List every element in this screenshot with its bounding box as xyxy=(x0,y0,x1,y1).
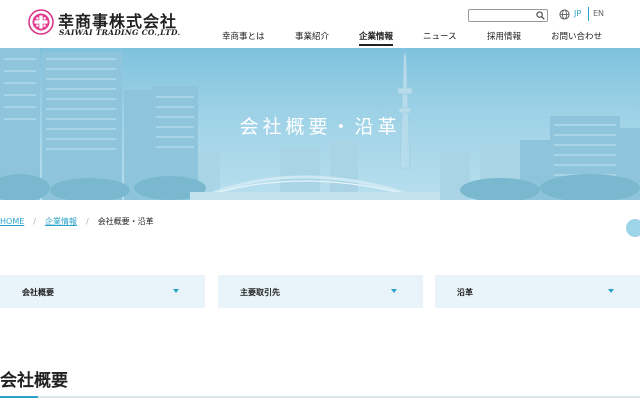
site-header: 幸商事株式会社 SAIWAI TRADING CO.,LTD. JP EN 幸商… xyxy=(0,0,640,48)
nav-item-company[interactable]: 企業情報 xyxy=(359,30,394,46)
tab-label: 沿革 xyxy=(457,288,473,297)
breadcrumb-home-link[interactable]: HOME xyxy=(0,217,24,226)
nav-item-recruit[interactable]: 採用情報 xyxy=(487,30,521,46)
logo-company-name-en[interactable]: SAIWAI TRADING CO.,LTD. xyxy=(59,28,180,37)
page-title: 会社概要・沿革 xyxy=(239,116,401,138)
nav-item-about[interactable]: 幸商事とは xyxy=(222,30,265,46)
breadcrumb-separator: / xyxy=(85,217,89,226)
nav-item-news[interactable]: ニュース xyxy=(423,30,457,46)
chevron-down-icon xyxy=(391,289,397,293)
search-field[interactable] xyxy=(468,9,548,22)
hero-banner: 会社概要・沿革 xyxy=(0,48,640,200)
search-input[interactable] xyxy=(471,10,531,21)
lang-divider xyxy=(588,7,589,21)
lang-jp-link[interactable]: JP xyxy=(574,9,581,18)
nav-item-contact[interactable]: お問い合わせ xyxy=(551,30,602,46)
nav-item-business[interactable]: 事業紹介 xyxy=(295,30,329,46)
lang-en-link[interactable]: EN xyxy=(593,9,604,18)
tab-history[interactable]: 沿革 xyxy=(435,275,640,308)
search-icon[interactable] xyxy=(536,11,545,20)
chevron-down-icon xyxy=(608,289,614,293)
section-divider xyxy=(0,396,640,398)
tab-company-overview[interactable]: 会社概要 xyxy=(0,275,205,308)
breadcrumb-current: 会社概要・沿革 xyxy=(97,217,154,226)
section-heading: 会社概要 xyxy=(0,371,68,391)
page-top-button[interactable] xyxy=(626,219,640,237)
tab-label: 会社概要 xyxy=(22,288,54,297)
breadcrumb-company-link[interactable]: 企業情報 xyxy=(45,217,77,226)
logo-mark-icon[interactable] xyxy=(28,9,54,35)
breadcrumb: HOME / 企業情報 / 会社概要・沿革 xyxy=(0,216,154,227)
tab-main-clients[interactable]: 主要取引先 xyxy=(218,275,423,308)
chevron-down-icon xyxy=(173,289,179,293)
section-divider-accent xyxy=(0,396,38,398)
globe-icon xyxy=(559,9,570,20)
breadcrumb-separator: / xyxy=(33,217,36,226)
tab-label: 主要取引先 xyxy=(240,288,280,297)
